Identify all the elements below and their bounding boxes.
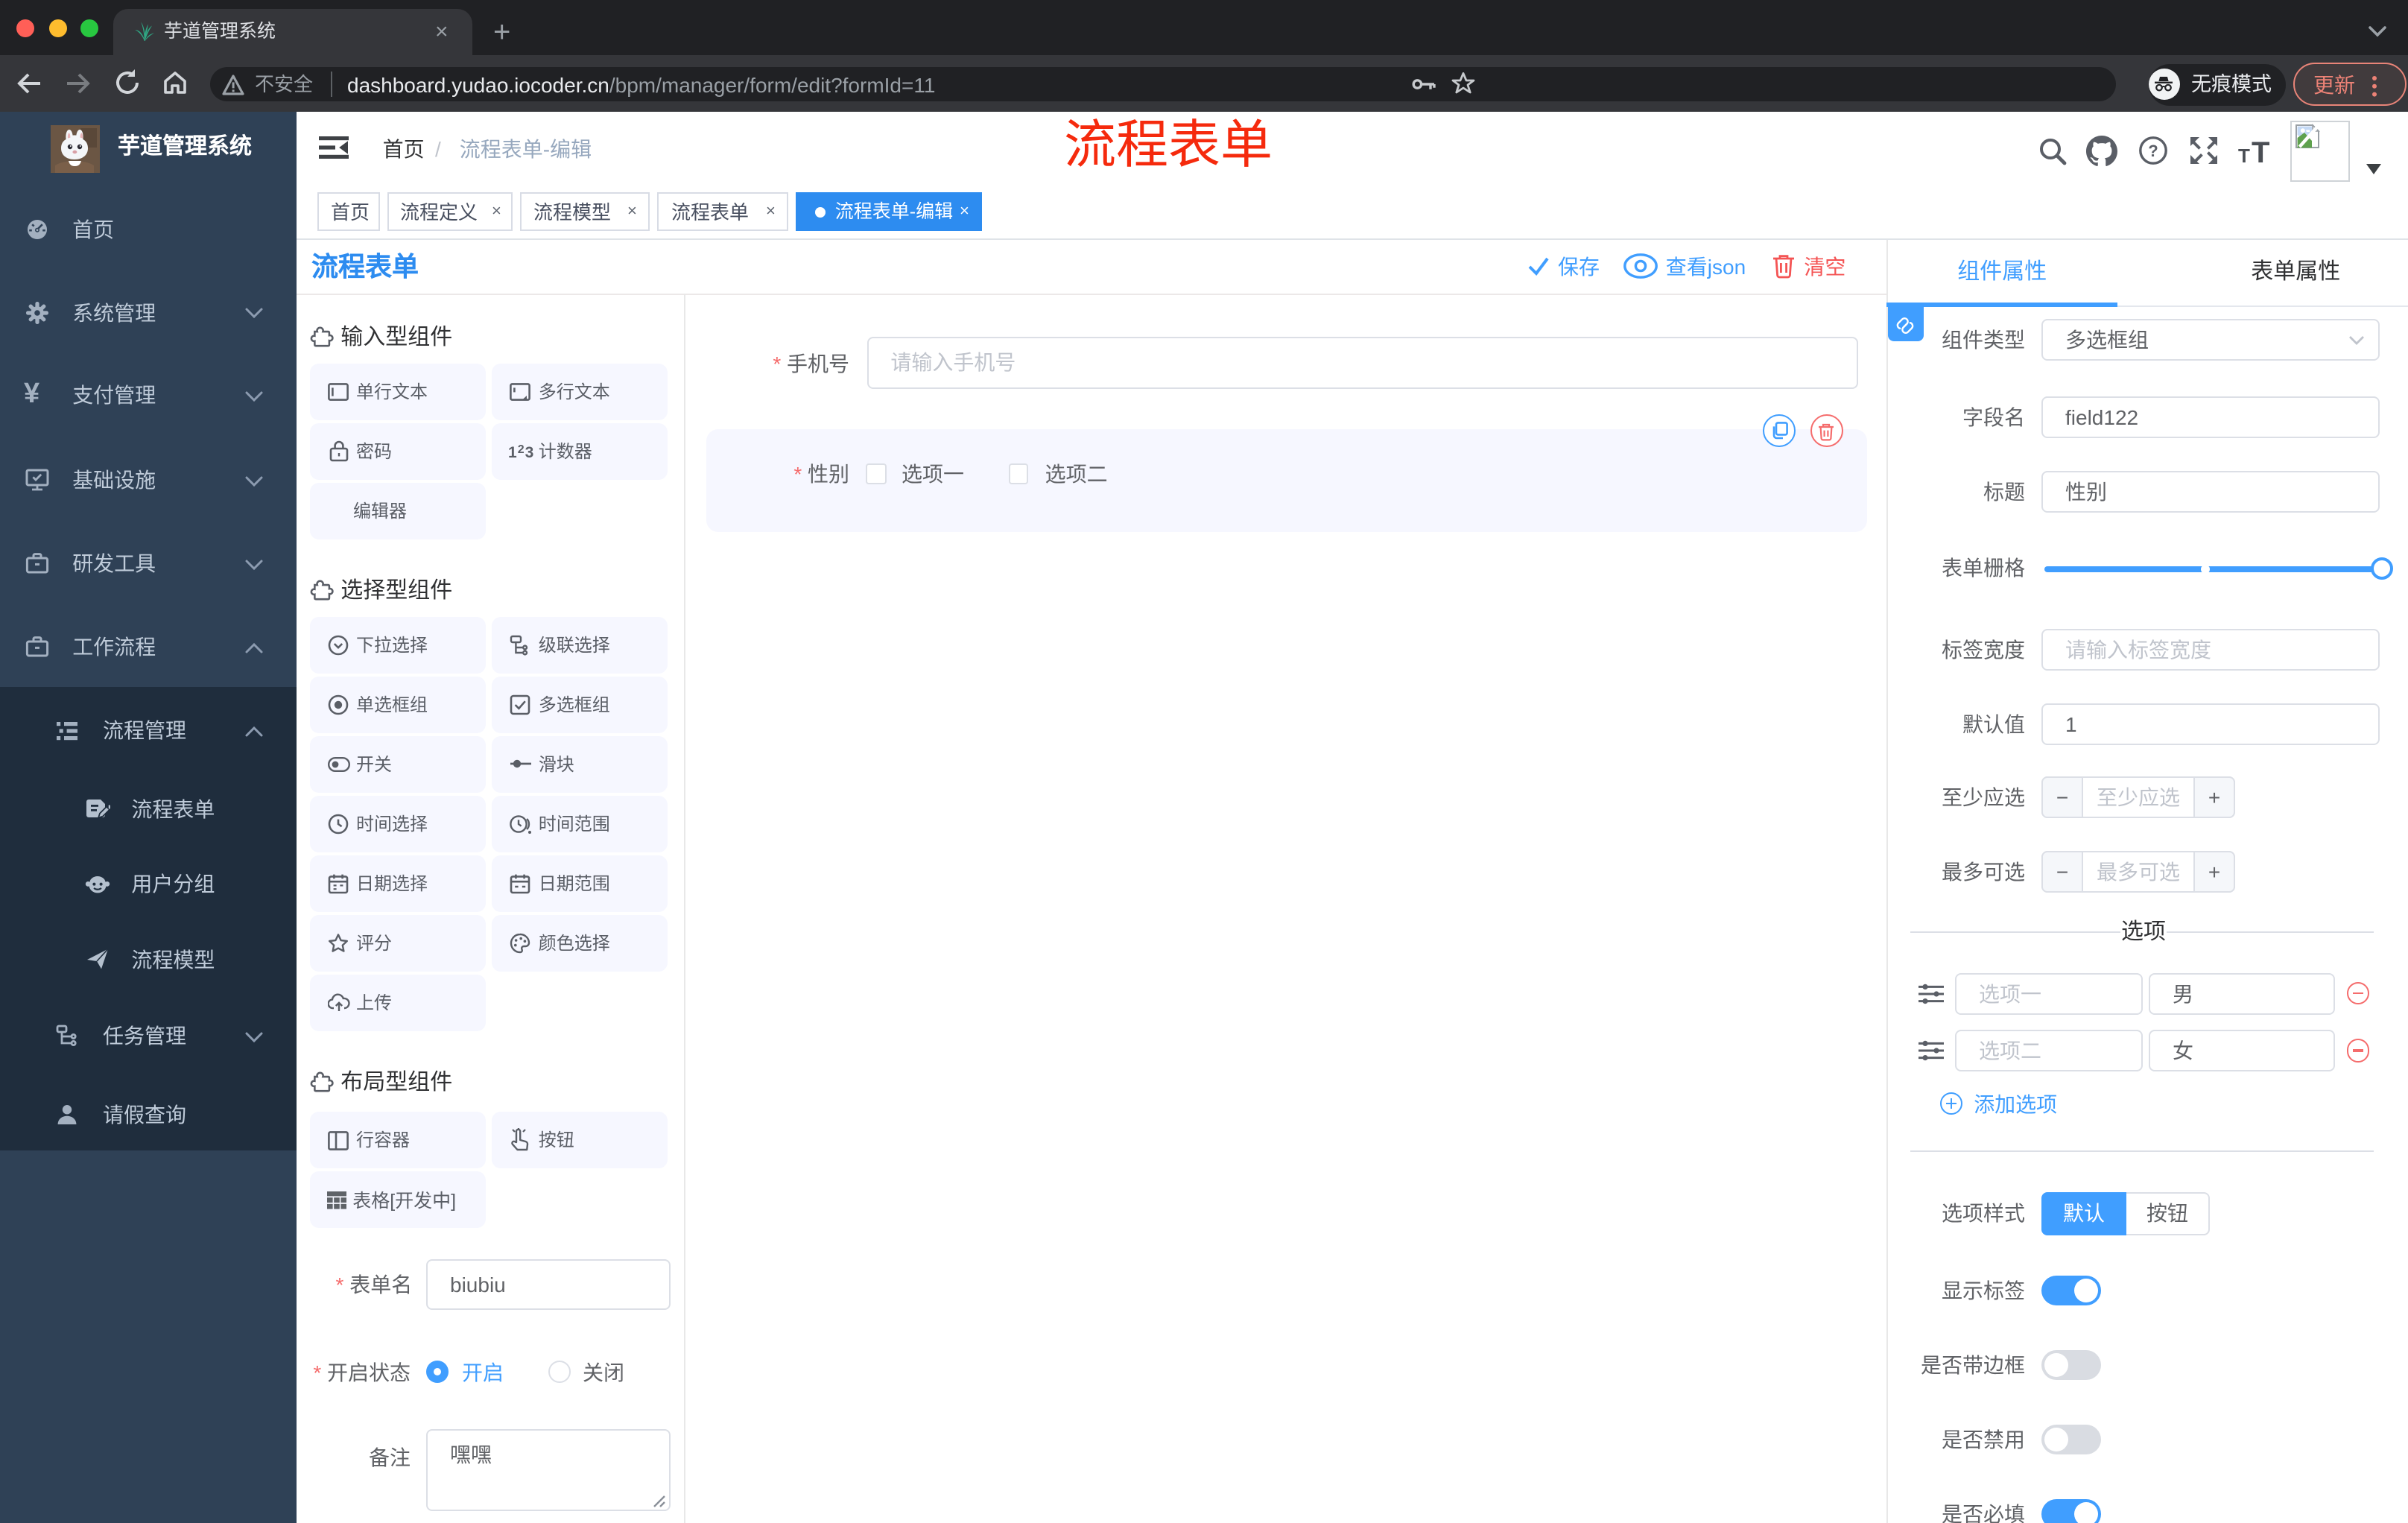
svg-text:T: T xyxy=(2252,136,2269,165)
svg-text:T: T xyxy=(2238,145,2250,165)
svg-text:?: ? xyxy=(2148,142,2158,160)
